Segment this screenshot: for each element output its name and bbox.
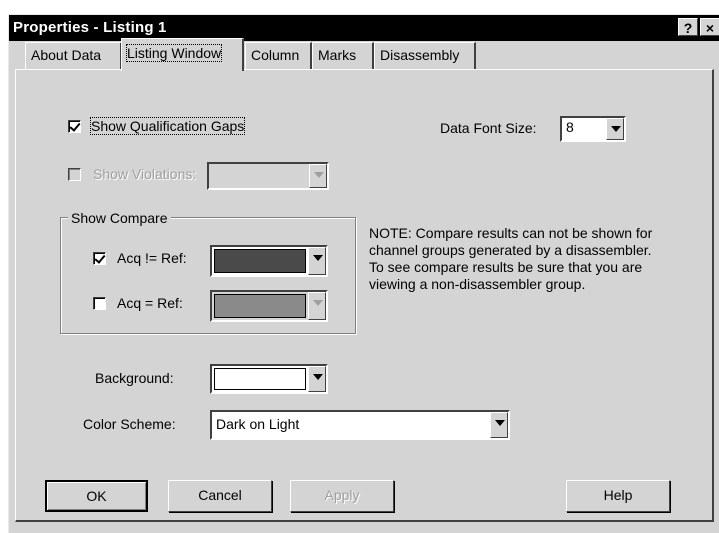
chevron-down-icon[interactable]	[308, 292, 326, 320]
show-qualification-gaps-label[interactable]: Show Qualification Gaps	[89, 117, 246, 135]
chevron-down-icon[interactable]	[490, 412, 508, 438]
acq-equal-ref-checkbox[interactable]	[93, 297, 106, 310]
background-color-swatch	[214, 368, 306, 390]
data-font-size-select[interactable]: 8	[560, 116, 626, 142]
apply-button[interactable]: Apply	[290, 480, 394, 512]
chevron-down-icon[interactable]	[606, 118, 624, 140]
help-icon[interactable]: ?	[678, 18, 698, 36]
show-compare-title: Show Compare	[68, 210, 171, 226]
chevron-down-icon[interactable]	[308, 366, 326, 392]
tab-column[interactable]: Column	[245, 42, 312, 69]
data-font-size-value: 8	[566, 119, 574, 135]
data-font-size-label: Data Font Size:	[440, 120, 537, 136]
acq-equal-ref-color-select[interactable]	[210, 290, 328, 322]
acq-equal-ref-color-swatch	[214, 294, 306, 318]
acq-not-equal-ref-color-swatch	[214, 249, 306, 273]
cancel-button[interactable]: Cancel	[168, 480, 272, 512]
tab-marks[interactable]: Marks	[312, 42, 374, 69]
tab-disassembly[interactable]: Disassembly	[374, 42, 476, 69]
acq-not-equal-ref-checkbox[interactable]	[93, 252, 106, 265]
background-label: Background:	[95, 370, 174, 386]
acq-not-equal-ref-label: Acq != Ref:	[117, 250, 187, 266]
chevron-down-icon[interactable]	[308, 247, 326, 275]
acq-equal-ref-label: Acq = Ref:	[117, 295, 183, 311]
ok-button[interactable]: OK	[45, 480, 148, 512]
color-scheme-label: Color Scheme:	[83, 416, 176, 432]
tab-about-data[interactable]: About Data	[25, 42, 122, 69]
title-bar[interactable]: Properties - Listing 1 ? ×	[9, 15, 719, 41]
compare-note: NOTE: Compare results can not be shown f…	[369, 225, 653, 292]
tab-listing-window[interactable]: Listing Window	[121, 38, 244, 71]
window-title: Properties - Listing 1	[13, 19, 167, 36]
show-violations-label: Show Violations:	[93, 166, 197, 182]
show-violations-checkbox[interactable]	[68, 168, 81, 181]
help-button[interactable]: Help	[566, 480, 670, 512]
show-violations-select[interactable]	[207, 162, 329, 190]
show-qualification-gaps-checkbox[interactable]	[68, 120, 81, 133]
color-scheme-select[interactable]: Dark on Light	[210, 410, 510, 440]
color-scheme-value: Dark on Light	[216, 416, 300, 432]
acq-not-equal-ref-color-select[interactable]	[210, 245, 328, 277]
chevron-down-icon[interactable]	[309, 164, 327, 188]
tab-listing-window-label: Listing Window	[125, 44, 223, 62]
close-icon[interactable]: ×	[700, 18, 719, 36]
background-color-select[interactable]	[210, 364, 328, 394]
